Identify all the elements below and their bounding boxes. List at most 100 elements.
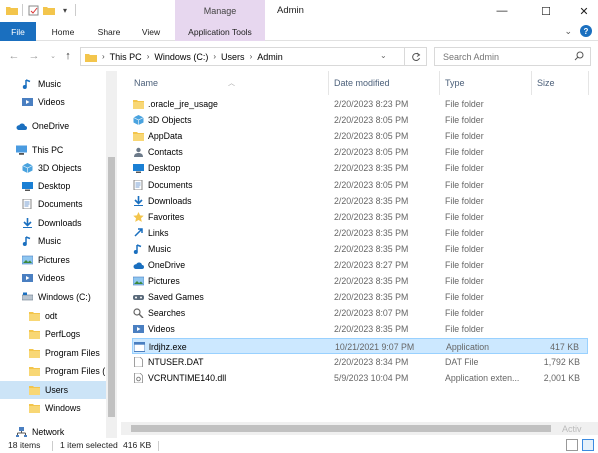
file-name: AppData (148, 131, 183, 142)
breadcrumb-this-pc[interactable]: This PC (110, 52, 142, 62)
documents-icon (133, 179, 144, 190)
breadcrumb-windows-c[interactable]: Windows (C:) (154, 52, 208, 62)
breadcrumb-users[interactable]: Users (221, 52, 245, 62)
file-name: .oracle_jre_usage (148, 99, 218, 109)
nav-item-downloads[interactable]: Downloads (0, 214, 106, 232)
breadcrumb-admin[interactable]: Admin (257, 52, 283, 62)
nav-item-onedrive[interactable]: OneDrive (0, 117, 106, 135)
column-date-modified[interactable]: Date modified (334, 78, 390, 88)
nav-item-music[interactable]: Music (0, 232, 106, 250)
file-size: 1,792 KB (543, 356, 580, 367)
forward-arrow-icon[interactable]: → (28, 49, 40, 63)
column-divider[interactable] (328, 71, 329, 95)
folder-icon[interactable] (6, 4, 18, 16)
details-view-icon[interactable] (566, 439, 578, 451)
scrollbar-thumb[interactable] (108, 157, 115, 417)
address-row: ← → ⌄ ↑ › This PC › Windows (C:) › Users… (0, 41, 598, 71)
recent-locations-icon[interactable]: ⌄ (47, 49, 59, 63)
file-row[interactable]: Documents 2/20/2023 8:05 PM File folder (132, 177, 588, 193)
file-row[interactable]: Favorites 2/20/2023 8:35 PM File folder (132, 209, 588, 225)
nav-item-label: Program Files ( (45, 366, 106, 376)
file-row[interactable]: Downloads 2/20/2023 8:35 PM File folder (132, 193, 588, 209)
nav-item-perflogs[interactable]: PerfLogs (0, 325, 106, 343)
nav-item-label: Network (32, 427, 65, 437)
nav-item-label: Program Files (45, 348, 100, 358)
scrollbar-thumb[interactable] (131, 425, 551, 432)
file-date-modified: 2/20/2023 8:35 PM (334, 324, 409, 335)
tab-view[interactable]: View (134, 22, 168, 41)
nav-item-program-files[interactable]: Program Files ( (0, 362, 106, 380)
search-input[interactable] (434, 47, 591, 66)
horizontal-scrollbar[interactable] (121, 422, 598, 435)
file-row[interactable]: OneDrive 2/20/2023 8:27 PM File folder (132, 257, 588, 273)
tab-share[interactable]: Share (90, 22, 128, 41)
column-name[interactable]: Name (134, 78, 158, 88)
nav-item-label: Windows (45, 403, 81, 413)
column-divider[interactable] (588, 71, 589, 95)
nav-item-windows-c[interactable]: Windows (C:) (0, 288, 106, 306)
nav-item-pictures[interactable]: Pictures (0, 251, 106, 269)
file-row[interactable]: Links 2/20/2023 8:35 PM File folder (132, 225, 588, 241)
file-row[interactable]: Searches 2/20/2023 8:07 PM File folder (132, 305, 588, 321)
tab-home[interactable]: Home (44, 22, 82, 41)
file-row[interactable]: Videos 2/20/2023 8:35 PM File folder (132, 321, 588, 337)
maximize-button[interactable]: ☐ (532, 0, 560, 22)
file-list: ︿ Name Date modified Type Size .oracle_j… (121, 71, 598, 438)
up-arrow-icon[interactable]: ↑ (62, 49, 74, 63)
video-icon (133, 324, 144, 334)
nav-item-music[interactable]: Music (0, 75, 106, 93)
nav-item-this-pc[interactable]: This PC (0, 141, 106, 159)
file-row[interactable]: .oracle_jre_usage 2/20/2023 8:23 PM File f… (132, 96, 588, 112)
address-bar[interactable]: › This PC › Windows (C:) › Users › Admin (80, 47, 405, 66)
file-row[interactable]: Pictures 2/20/2023 8:35 PM File folder (132, 273, 588, 289)
chevron-down-icon[interactable]: ⌄ (564, 26, 572, 37)
navigation-scrollbar[interactable] (106, 71, 117, 438)
large-icons-view-icon[interactable] (582, 439, 594, 451)
close-button[interactable]: ✕ (570, 0, 598, 22)
refresh-button[interactable] (405, 47, 427, 66)
file-date-modified: 2/20/2023 8:35 PM (334, 227, 409, 238)
nav-item-label: Videos (38, 273, 65, 283)
nav-item-program-files[interactable]: Program Files (0, 344, 106, 362)
nav-item-network[interactable]: Network (0, 423, 106, 438)
tab-application-tools[interactable]: Application Tools (175, 22, 265, 41)
properties-icon[interactable] (27, 4, 39, 16)
file-name: Music (148, 243, 171, 254)
file-row[interactable]: Music 2/20/2023 8:35 PM File folder (132, 241, 588, 257)
file-row[interactable]: 3D Objects 2/20/2023 8:05 PM File folder (132, 112, 588, 128)
nav-item-odt[interactable]: odt (0, 307, 106, 325)
back-arrow-icon[interactable]: ← (8, 49, 20, 63)
file-type: File folder (445, 115, 484, 126)
file-name: VCRUNTIME140.dll (148, 372, 227, 383)
file-icon (133, 356, 144, 367)
nav-item-videos[interactable]: Videos (0, 93, 106, 111)
file-row[interactable]: Desktop 2/20/2023 8:35 PM File folder (132, 160, 588, 176)
chevron-down-icon[interactable]: ⌄ (380, 51, 387, 60)
file-name: Videos (148, 324, 175, 335)
column-divider[interactable] (439, 71, 440, 95)
column-divider[interactable] (531, 71, 532, 95)
nav-item-windows[interactable]: Windows (0, 399, 106, 417)
nav-item-users[interactable]: Users (0, 381, 106, 399)
minimize-button[interactable]: — (488, 0, 516, 22)
nav-item-desktop[interactable]: Desktop (0, 177, 106, 195)
file-row[interactable]: Contacts 2/20/2023 8:05 PM File folder (132, 144, 588, 160)
tab-file[interactable]: File (0, 22, 36, 41)
help-icon[interactable]: ? (580, 25, 592, 37)
column-size[interactable]: Size (537, 78, 555, 88)
file-row[interactable]: Saved Games 2/20/2023 8:35 PM File folder (132, 289, 588, 305)
nav-item-videos[interactable]: Videos (0, 269, 106, 287)
documents-icon (22, 198, 33, 210)
new-folder-icon[interactable] (43, 4, 55, 16)
chevron-down-icon[interactable]: ▾ (59, 4, 71, 16)
file-row[interactable]: NTUSER.DAT 2/20/2023 8:34 PM DAT File 1,792… (132, 354, 588, 370)
file-name: NTUSER.DAT (148, 356, 204, 367)
nav-item-3d-objects[interactable]: 3D Objects (0, 159, 106, 177)
file-row[interactable]: lrdjhz.exe 10/21/2021 9:07 PM Application 4… (132, 337, 588, 354)
star-icon (133, 211, 144, 222)
nav-item-documents[interactable]: Documents (0, 195, 106, 213)
file-row[interactable]: AppData 2/20/2023 8:05 PM File folder (132, 128, 588, 144)
cloud-icon (16, 121, 27, 131)
column-type[interactable]: Type (445, 78, 465, 88)
file-row[interactable]: VCRUNTIME140.dll 5/9/2023 10:04 PM Applica… (132, 370, 588, 386)
